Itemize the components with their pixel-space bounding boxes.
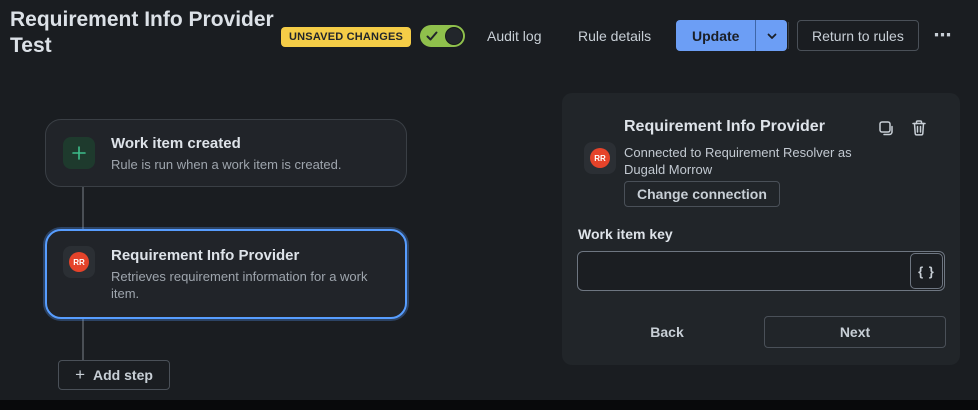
delete-step-button[interactable] — [908, 117, 930, 139]
trigger-step-text: Work item created Rule is run when a wor… — [111, 134, 381, 173]
update-button[interactable]: Update — [676, 20, 756, 51]
step-description: Rule is run when a work item is created. — [111, 156, 342, 172]
rr-app-logo: RR — [590, 148, 610, 168]
step-title: Requirement Info Provider — [111, 247, 300, 264]
more-icon: ⋯ — [933, 25, 953, 45]
step-title: Work item created — [111, 134, 241, 152]
next-button[interactable]: Next — [764, 316, 946, 348]
step-description: Retrieves requirement information for a … — [111, 269, 368, 301]
work-item-key-label: Work item key — [578, 226, 673, 242]
update-split-button: Update — [676, 20, 788, 51]
duplicate-step-button[interactable] — [875, 117, 897, 139]
return-to-rules-button[interactable]: Return to rules — [797, 20, 919, 51]
action-step-text: Requirement Info Provider Retrieves requ… — [111, 246, 381, 302]
toggle-knob — [445, 27, 463, 45]
header-divider — [788, 22, 789, 49]
work-item-key-field-wrap: { } — [577, 251, 945, 291]
add-step-button[interactable]: + Add step — [58, 360, 170, 390]
more-menu-button[interactable]: ⋯ — [926, 20, 960, 51]
chevron-down-icon — [766, 30, 778, 42]
smart-value-button[interactable]: { } — [910, 253, 943, 289]
trigger-step-card[interactable]: Work item created Rule is run when a wor… — [45, 119, 407, 187]
change-connection-button[interactable]: Change connection — [624, 181, 780, 207]
rule-enabled-toggle[interactable] — [420, 25, 465, 47]
rule-details-link[interactable]: Rule details — [578, 26, 651, 46]
rr-app-logo: RR — [69, 252, 89, 272]
audit-log-link[interactable]: Audit log — [487, 26, 541, 46]
unsaved-changes-badge: UNSAVED CHANGES — [281, 27, 412, 47]
bottom-strip — [0, 400, 978, 410]
panel-title: Requirement Info Provider — [624, 118, 825, 135]
trash-icon — [910, 119, 928, 137]
rr-app-icon: RR — [584, 142, 616, 174]
work-item-key-input[interactable] — [578, 252, 909, 290]
action-step-card-selected[interactable]: RR Requirement Info Provider Retrieves r… — [45, 229, 407, 319]
copy-icon — [877, 119, 895, 137]
page-title: Requirement Info Provider Test — [10, 8, 274, 57]
check-icon — [426, 30, 438, 42]
rule-builder-screen: Requirement Info Provider Test UNSAVED C… — [0, 0, 978, 410]
add-step-label: Add step — [93, 367, 153, 383]
step-config-panel: Requirement Info Provider RR Connected t… — [562, 93, 960, 365]
connection-status-text: Connected to Requirement Resolver as Dug… — [624, 145, 852, 177]
plus-icon — [63, 137, 95, 169]
back-button[interactable]: Back — [632, 316, 702, 348]
update-dropdown-button[interactable] — [755, 20, 788, 51]
rr-app-icon: RR — [63, 246, 95, 278]
plus-icon: + — [75, 364, 86, 384]
